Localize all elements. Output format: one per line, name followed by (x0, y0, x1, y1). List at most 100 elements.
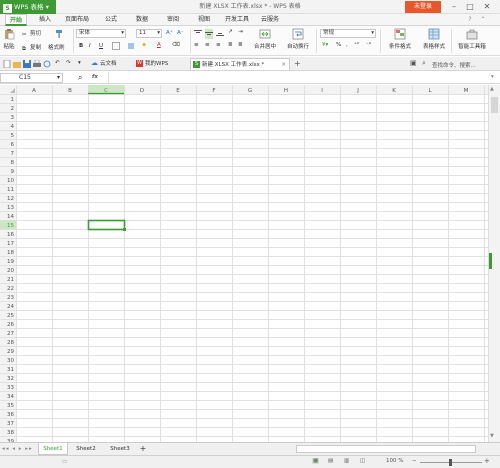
decrease-decimal-icon[interactable]: ⁻⁰ (366, 42, 371, 48)
print-preview-icon[interactable] (43, 60, 51, 68)
underline-button[interactable]: U (99, 43, 103, 49)
formula-input[interactable] (108, 72, 488, 83)
decrease-font-icon[interactable]: A⁻ (177, 30, 184, 36)
tab-page-layout[interactable]: 页面布局 (62, 14, 92, 26)
print-icon[interactable] (33, 60, 41, 68)
row-header-18[interactable]: 18 (7, 250, 14, 256)
column-header-J[interactable]: J (356, 88, 359, 94)
scroll-down-icon[interactable]: ▼ (490, 433, 494, 439)
align-right-icon[interactable]: ≡ (216, 42, 221, 48)
row-header-23[interactable]: 23 (7, 295, 14, 301)
row-header-32[interactable]: 32 (7, 376, 14, 382)
row-header-2[interactable]: 2 (11, 106, 15, 112)
sheet-nav-arrows-icon[interactable]: ◂◂ ◂ ▸ ▸▸ (2, 446, 33, 452)
command-search-input[interactable]: 查找命令、搜索... (432, 61, 476, 69)
reading-view-icon[interactable]: ◫ (360, 458, 365, 464)
tab-my-wps[interactable]: W 我的WPS (134, 58, 188, 70)
row-header-21[interactable]: 21 (7, 277, 14, 283)
bold-button[interactable]: B (79, 43, 83, 49)
new-tab-icon[interactable]: + (294, 59, 301, 68)
tab-cloud-docs[interactable]: ☁ 云文档 (89, 58, 131, 70)
add-sheet-icon[interactable]: + (138, 443, 148, 455)
tab-data[interactable]: 数据 (131, 14, 153, 26)
percent-button[interactable]: % (336, 42, 341, 48)
align-bottom-icon[interactable] (216, 29, 224, 39)
italic-button[interactable]: I (89, 43, 91, 49)
row-header-1[interactable]: 1 (11, 97, 15, 103)
tab-view[interactable]: 视图 (193, 14, 215, 26)
sheet-tab-2[interactable]: Sheet2 (70, 443, 102, 455)
zoom-slider-thumb[interactable] (449, 459, 452, 466)
row-header-20[interactable]: 20 (7, 268, 14, 274)
row-header-9[interactable]: 9 (11, 169, 15, 175)
row-header-38[interactable]: 38 (7, 430, 14, 436)
row-header-4[interactable]: 4 (11, 124, 15, 130)
justify-icon[interactable]: ≣ (228, 42, 233, 48)
vertical-scrollbar[interactable]: ▲ ▼ (488, 85, 500, 442)
tab-home[interactable]: 开始 (5, 14, 27, 26)
indent-icon[interactable]: ⇥ (238, 29, 243, 35)
paste-button[interactable]: 粘贴 (2, 28, 16, 50)
row-header-3[interactable]: 3 (11, 115, 15, 121)
tab-developer[interactable]: 开发工具 (222, 14, 252, 26)
close-icon[interactable]: ✕ (480, 0, 494, 14)
normal-view-icon[interactable]: ▦ (312, 458, 320, 464)
border-icon[interactable] (112, 42, 120, 52)
conditional-format-button[interactable]: 条件格式 (383, 28, 417, 50)
fill-color-icon[interactable]: ◈ (142, 42, 146, 48)
row-header-24[interactable]: 24 (7, 304, 14, 310)
increase-font-icon[interactable]: A⁺ (166, 30, 173, 36)
column-header-M[interactable]: M (464, 88, 469, 94)
column-header-F[interactable]: F (212, 88, 215, 94)
app-menu-button[interactable]: S WPS 表格 ▾ (0, 0, 56, 14)
cell-grid[interactable]: A B C D E F G H I J K L M123456789101112131415161718… (0, 85, 488, 442)
row-header-7[interactable]: 7 (11, 151, 15, 157)
copy-button[interactable]: ⧉ 复制 (22, 43, 41, 53)
undo-icon[interactable]: ↶ (55, 60, 60, 66)
redo-icon[interactable]: ↷ (66, 60, 71, 66)
close-tab-icon[interactable]: ✕ (281, 59, 286, 71)
row-header-29[interactable]: 29 (7, 349, 14, 355)
row-header-13[interactable]: 13 (7, 205, 14, 211)
help-icon[interactable]: ? (465, 14, 475, 26)
column-header-K[interactable]: K (392, 88, 396, 94)
row-header-8[interactable]: 8 (11, 160, 15, 166)
wrap-text-button[interactable]: 自动换行 (285, 28, 311, 50)
row-header-35[interactable]: 35 (7, 403, 14, 409)
tab-cloud-service[interactable]: 云服务 (257, 14, 283, 26)
tab-document[interactable]: S 新建 XLSX 工作表.xlsx * ✕ (190, 58, 290, 70)
align-center-icon[interactable]: ≡ (205, 42, 210, 48)
open-folder-icon[interactable] (13, 60, 21, 68)
row-header-10[interactable]: 10 (7, 178, 14, 184)
side-panel-handle[interactable] (489, 253, 492, 269)
sheet-tab-3[interactable]: Sheet3 (104, 443, 136, 455)
column-header-G[interactable]: G (248, 88, 252, 94)
row-header-14[interactable]: 14 (7, 214, 14, 220)
merge-center-button[interactable]: 合并居中 (252, 28, 278, 50)
clear-format-icon[interactable]: ⌫ (172, 42, 180, 48)
tab-review[interactable]: 审阅 (162, 14, 184, 26)
new-file-icon[interactable] (3, 60, 11, 68)
name-box[interactable]: C15 ▾ (0, 73, 63, 83)
cell-style-icon[interactable] (127, 42, 135, 52)
row-header-6[interactable]: 6 (11, 142, 15, 148)
row-header-19[interactable]: 19 (7, 259, 14, 265)
expand-formula-icon[interactable]: ▾ (491, 74, 494, 80)
scroll-thumb[interactable] (491, 97, 498, 113)
tab-insert[interactable]: 插入 (34, 14, 56, 26)
zoom-search-icon[interactable]: ⌕ (78, 73, 82, 83)
settings-icon[interactable]: ▣ (410, 59, 417, 67)
currency-icon[interactable]: ¥▾ (322, 42, 328, 48)
row-header-22[interactable]: 22 (7, 286, 14, 292)
row-header-5[interactable]: 5 (11, 133, 15, 139)
column-header-B[interactable]: B (68, 88, 72, 94)
row-header-16[interactable]: 16 (7, 232, 14, 238)
font-name-select[interactable]: 宋体 ▾ (76, 29, 126, 38)
font-size-select[interactable]: 11 ▾ (136, 29, 162, 38)
row-header-25[interactable]: 25 (7, 313, 14, 319)
minimize-icon[interactable]: – (447, 0, 461, 14)
sheet-tab-1[interactable]: Sheet1 (38, 443, 68, 455)
login-button[interactable]: 未登录 (405, 1, 441, 13)
align-middle-icon[interactable] (205, 29, 213, 39)
collapse-ribbon-icon[interactable]: ⌃ (478, 14, 488, 26)
